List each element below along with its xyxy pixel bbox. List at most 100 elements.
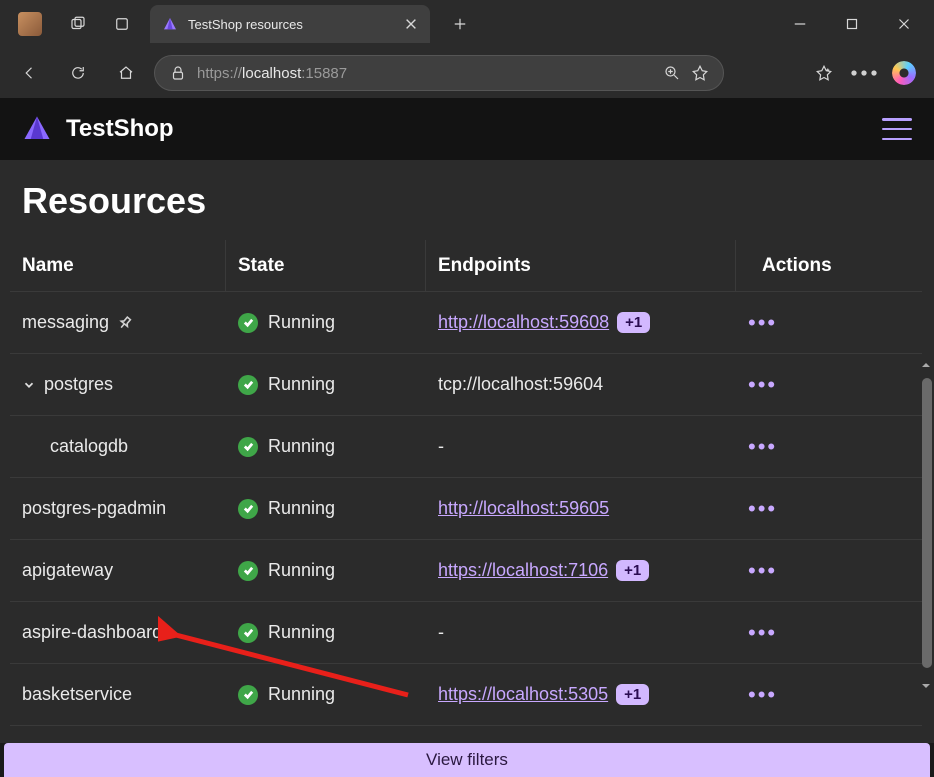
resource-name: apigateway: [22, 560, 113, 581]
table-row[interactable]: catalogdbRunning-•••: [10, 416, 922, 478]
endpoint-link[interactable]: http://localhost:59608: [438, 312, 609, 332]
status-running-icon: [238, 561, 258, 581]
state-label: Running: [268, 622, 335, 643]
view-filters-label: View filters: [426, 750, 508, 770]
cell-actions: •••: [736, 546, 922, 596]
scrollbar[interactable]: [920, 358, 934, 693]
cell-state: Running: [226, 608, 426, 657]
lock-icon: [169, 64, 187, 82]
cell-state: Running: [226, 670, 426, 719]
status-running-icon: [238, 313, 258, 333]
resource-name: catalogdb: [50, 436, 128, 457]
window-maximize-button[interactable]: [826, 3, 878, 45]
cell-endpoints: -: [426, 608, 736, 657]
more-menu-button[interactable]: [844, 53, 884, 93]
tab-title: TestShop resources: [188, 17, 394, 32]
endpoint-link[interactable]: http://localhost:59605: [438, 498, 609, 518]
table-row[interactable]: apigateway Running https://localhost:7106 +…: [10, 540, 922, 602]
row-actions-button[interactable]: •••: [748, 684, 777, 706]
table-row[interactable]: basketservice Running https://localhost:53…: [10, 664, 922, 726]
cell-name: catalogdb: [10, 422, 226, 471]
cell-endpoints: https://localhost:7106 +1: [426, 546, 736, 596]
column-header-state[interactable]: State: [226, 240, 426, 291]
tab-favicon-icon: [162, 16, 178, 32]
cell-actions: •••: [736, 360, 922, 410]
state-label: Running: [268, 498, 335, 519]
browser-toolbar: https://localhost:15887: [0, 48, 934, 98]
cell-actions: •••: [736, 298, 922, 348]
collections-icon[interactable]: [104, 4, 140, 44]
row-actions-button[interactable]: •••: [748, 498, 777, 520]
browser-tab[interactable]: TestShop resources: [150, 5, 430, 43]
scroll-up-icon[interactable]: [920, 358, 932, 372]
window-minimize-button[interactable]: [774, 3, 826, 45]
column-header-actions[interactable]: Actions: [736, 241, 922, 291]
page-heading: Resources: [0, 180, 934, 240]
cell-state: Running: [226, 360, 426, 409]
table-header: Name State Endpoints Actions: [10, 240, 922, 292]
new-tab-button[interactable]: [438, 4, 482, 44]
cell-name: postgres-pgadmin: [10, 484, 226, 533]
table-row[interactable]: postgres-pgadmin Running http://localhost:…: [10, 478, 922, 540]
refresh-button[interactable]: [58, 53, 98, 93]
zoom-icon[interactable]: [663, 64, 681, 82]
cell-name: messaging: [10, 298, 226, 347]
endpoint-count-badge[interactable]: +1: [616, 684, 649, 705]
cell-name: basketservice: [10, 670, 226, 719]
table-row[interactable]: messaging Running http://localhost:59608 +…: [10, 292, 922, 354]
home-button[interactable]: [106, 53, 146, 93]
copilot-button[interactable]: [884, 53, 924, 93]
url-bar[interactable]: https://localhost:15887: [154, 55, 724, 91]
row-actions-button[interactable]: •••: [748, 436, 777, 458]
status-running-icon: [238, 437, 258, 457]
cell-actions: •••: [736, 608, 922, 658]
table-row[interactable]: aspire-dashboard Running -•••: [10, 602, 922, 664]
endpoint-text: -: [438, 436, 444, 456]
tab-close-icon[interactable]: [404, 17, 418, 31]
app-title: TestShop: [66, 115, 174, 143]
cell-endpoints: http://localhost:59605: [426, 484, 736, 533]
endpoint-link[interactable]: https://localhost:5305: [438, 684, 608, 704]
url-text: https://localhost:15887: [197, 65, 653, 82]
endpoint-count-badge[interactable]: +1: [616, 560, 649, 581]
status-running-icon: [238, 375, 258, 395]
table-row[interactable]: postgresRunningtcp://localhost:59604•••: [10, 354, 922, 416]
page-content: TestShop Resources Name State Endpoints …: [0, 98, 934, 743]
status-running-icon: [238, 623, 258, 643]
pin-icon[interactable]: [117, 315, 133, 331]
endpoint-count-badge[interactable]: +1: [617, 312, 650, 333]
row-actions-button[interactable]: •••: [748, 374, 777, 396]
status-running-icon: [238, 685, 258, 705]
scroll-down-icon[interactable]: [920, 679, 932, 693]
chevron-down-icon[interactable]: [22, 378, 36, 392]
cell-actions: •••: [736, 484, 922, 534]
favorite-icon[interactable]: [691, 64, 709, 82]
row-actions-button[interactable]: •••: [748, 312, 777, 334]
row-actions-button[interactable]: •••: [748, 560, 777, 582]
cell-endpoints: http://localhost:59608 +1: [426, 298, 736, 348]
profile-avatar[interactable]: [18, 12, 42, 36]
view-filters-bar[interactable]: View filters: [4, 743, 930, 777]
state-label: Running: [268, 560, 335, 581]
workspaces-icon[interactable]: [60, 4, 96, 44]
cell-endpoints: -: [426, 422, 736, 471]
column-header-name[interactable]: Name: [10, 240, 226, 291]
cell-state: Running: [226, 484, 426, 533]
resource-name: postgres: [44, 374, 113, 395]
row-actions-button[interactable]: •••: [748, 622, 777, 644]
cell-actions: •••: [736, 670, 922, 720]
column-header-endpoints[interactable]: Endpoints: [426, 240, 736, 291]
back-button[interactable]: [10, 53, 50, 93]
state-label: Running: [268, 684, 335, 705]
cell-name: aspire-dashboard: [10, 608, 226, 657]
state-label: Running: [268, 312, 335, 333]
endpoint-link[interactable]: https://localhost:7106: [438, 560, 608, 580]
favorites-button[interactable]: [804, 53, 844, 93]
scrollbar-thumb[interactable]: [922, 378, 932, 668]
cell-state: Running: [226, 298, 426, 347]
cell-actions: •••: [736, 422, 922, 472]
copilot-icon: [892, 61, 916, 85]
cell-state: Running: [226, 546, 426, 595]
menu-button[interactable]: [882, 118, 912, 140]
window-close-button[interactable]: [878, 3, 930, 45]
